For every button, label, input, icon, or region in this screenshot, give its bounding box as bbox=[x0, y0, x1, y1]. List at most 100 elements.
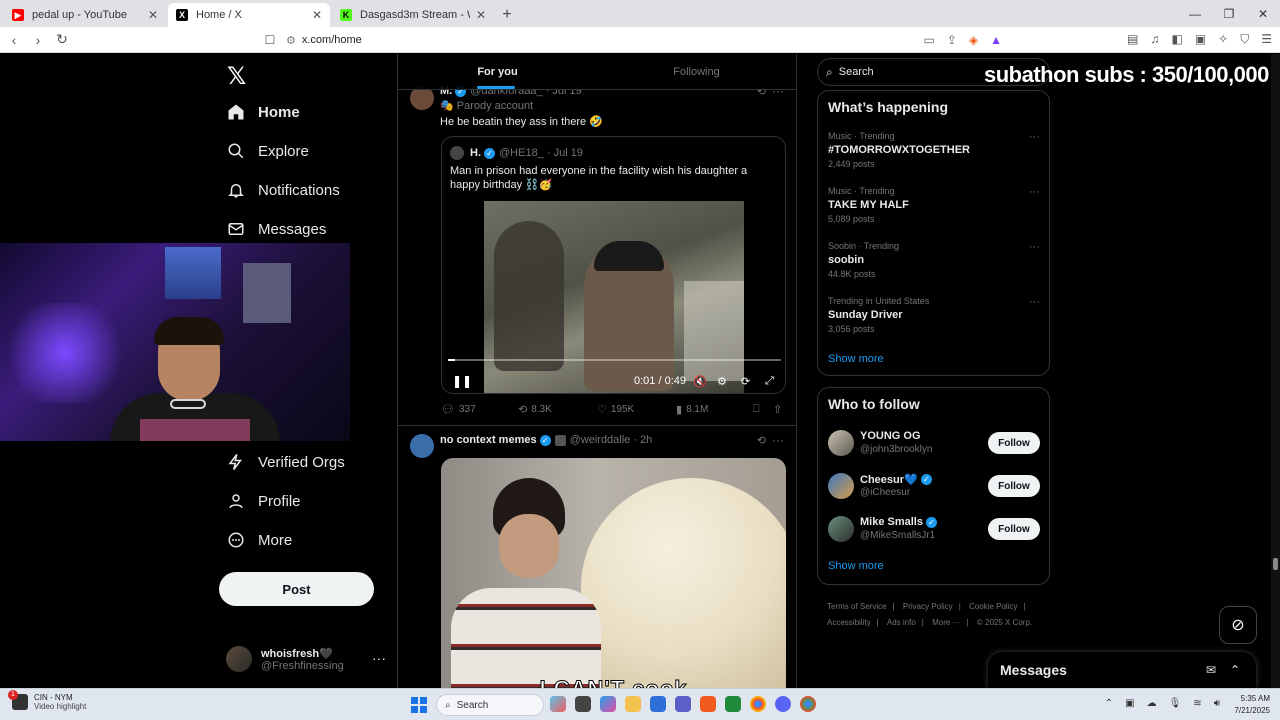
settings-icon[interactable]: ⚙ bbox=[717, 375, 727, 388]
taskbar-search[interactable]: ⌕ Search bbox=[436, 694, 544, 716]
chevron-up-icon[interactable]: ⌃ bbox=[1105, 698, 1113, 709]
share-icon[interactable]: ⇪ bbox=[947, 33, 957, 47]
quoted-tweet[interactable]: H. ✓ @HE18_ · Jul 19 Man in prison had e… bbox=[441, 136, 786, 394]
more-dots-icon[interactable]: ··· bbox=[772, 433, 784, 447]
author-handle[interactable]: @weirddalle · 2h bbox=[570, 434, 653, 446]
nav-notifications[interactable]: Notifications bbox=[227, 170, 340, 210]
show-more-link[interactable]: Show more bbox=[828, 353, 884, 365]
music-icon[interactable]: ♫ bbox=[1150, 32, 1159, 47]
video-player[interactable]: ❚❚ 0:01 / 0:49 🔇 ⚙ ⟳ ⤢ bbox=[442, 201, 785, 393]
forward-icon[interactable]: › bbox=[28, 32, 48, 48]
windows-start-icon[interactable] bbox=[411, 697, 427, 713]
wallet-icon[interactable]: ▣ bbox=[1195, 32, 1206, 47]
tweet[interactable]: M. ✓ @dankforaaa_ · Jul 19 ⟲ ··· 🎭 Parod… bbox=[398, 82, 796, 426]
tab-x-home[interactable]: X Home / X ✕ bbox=[168, 3, 330, 27]
fullscreen-icon[interactable]: ⤢ bbox=[765, 375, 774, 388]
follow-suggestion[interactable]: YOUNG OG @john3brooklyn Follow bbox=[828, 428, 1040, 458]
brave-shield-icon[interactable]: ◈ bbox=[969, 33, 978, 47]
close-tab-icon[interactable]: ✕ bbox=[476, 8, 486, 22]
follow-button[interactable]: Follow bbox=[988, 432, 1040, 454]
nav-profile[interactable]: Profile bbox=[227, 481, 301, 521]
tab-youtube[interactable]: ▶ pedal up - YouTube ✕ bbox=[4, 3, 166, 27]
footer-link[interactable]: Accessibility bbox=[827, 618, 871, 627]
post-button[interactable]: Post bbox=[219, 572, 374, 606]
rotate-icon[interactable]: ⟳ bbox=[741, 375, 750, 388]
follow-button[interactable]: Follow bbox=[988, 518, 1040, 540]
taskbar-notification[interactable]: CIN - NYM Video highlight bbox=[8, 690, 86, 711]
nav-home[interactable]: Home bbox=[227, 92, 300, 132]
mic-icon[interactable]: 🎙︎ bbox=[1169, 698, 1182, 709]
brave-icon[interactable] bbox=[700, 696, 716, 712]
cloud-icon[interactable]: ☁ bbox=[1147, 698, 1157, 709]
more-dots-icon[interactable]: ··· bbox=[372, 650, 386, 666]
widgets-icon[interactable] bbox=[550, 696, 566, 712]
menu-icon[interactable]: ☰ bbox=[1261, 32, 1272, 47]
tray-app-icon[interactable]: ▣ bbox=[1125, 698, 1134, 709]
tweet[interactable]: no context memes ✓ @weirddalle · 2h ⟲ ··… bbox=[398, 426, 796, 688]
more-dots-icon[interactable]: ··· bbox=[1029, 241, 1040, 253]
file-explorer-icon[interactable] bbox=[625, 696, 641, 712]
chrome-icon[interactable] bbox=[800, 696, 816, 712]
trend-item[interactable]: Music · Trending TAKE MY HALF 5,089 post… bbox=[828, 186, 1040, 224]
expand-icon[interactable]: ⌃ bbox=[1230, 663, 1240, 677]
back-icon[interactable]: ‹ bbox=[4, 32, 24, 48]
avatar[interactable] bbox=[828, 473, 854, 499]
show-more-link[interactable]: Show more bbox=[828, 560, 884, 572]
pause-icon[interactable]: ❚❚ bbox=[452, 374, 472, 388]
taskbar-clock[interactable]: 5:35 AM 7/21/2025 bbox=[1234, 693, 1270, 717]
discord-icon[interactable] bbox=[775, 696, 791, 712]
like-button[interactable]: ♡ 195K bbox=[597, 403, 634, 416]
close-tab-icon[interactable]: ✕ bbox=[148, 8, 158, 22]
follow-suggestion[interactable]: Mike Smalls ✓ @MikeSmallsJr1 Follow bbox=[828, 514, 1040, 544]
ai-icon[interactable]: ✧ bbox=[1218, 32, 1228, 47]
site-info-icon[interactable]: ⚙ bbox=[286, 34, 296, 47]
trend-item[interactable]: Soobin · Trending soobin 44.8K posts ··· bbox=[828, 241, 1040, 279]
close-tab-icon[interactable]: ✕ bbox=[312, 8, 322, 22]
maximize-icon[interactable]: ❐ bbox=[1212, 0, 1246, 27]
messages-drawer[interactable]: Messages ✉ ⌃ bbox=[988, 652, 1256, 688]
avatar[interactable] bbox=[410, 434, 434, 458]
reading-list-icon[interactable]: ▤ bbox=[1127, 32, 1138, 47]
new-tab-button[interactable]: + bbox=[496, 3, 518, 27]
footer-link[interactable]: Cookie Policy bbox=[969, 602, 1017, 611]
terminal-icon[interactable] bbox=[725, 696, 741, 712]
footer-link[interactable]: Terms of Service bbox=[827, 602, 887, 611]
repost-button[interactable]: ⟲ 8.3K bbox=[518, 403, 552, 416]
tab-kick[interactable]: K Dasgasd3m Stream - Watch Live on K ✕ bbox=[332, 3, 494, 27]
nav-explore[interactable]: Explore bbox=[227, 131, 309, 171]
account-switcher[interactable]: whoisfresh🖤 @Freshfinessing ··· bbox=[226, 644, 386, 674]
footer-link[interactable]: Privacy Policy bbox=[903, 602, 953, 611]
wifi-icon[interactable]: ≋ bbox=[1193, 698, 1201, 709]
share-button[interactable]: ⇧ bbox=[773, 403, 782, 416]
more-dots-icon[interactable]: ··· bbox=[1029, 296, 1040, 308]
author-name[interactable]: no context memes bbox=[440, 434, 537, 446]
footer-link[interactable]: More ··· bbox=[932, 618, 960, 627]
close-window-icon[interactable]: ✕ bbox=[1246, 0, 1280, 27]
new-message-icon[interactable]: ✉ bbox=[1206, 663, 1216, 677]
trend-item[interactable]: Trending in United States Sunday Driver … bbox=[828, 296, 1040, 334]
nav-verified-orgs[interactable]: Verified Orgs bbox=[227, 442, 345, 482]
trend-item[interactable]: Music · Trending #TOMORROWXTOGETHER 2,44… bbox=[828, 131, 1040, 169]
bookmark-button[interactable]: ⎕ bbox=[753, 403, 760, 416]
reload-icon[interactable]: ↻ bbox=[52, 31, 72, 48]
minimize-icon[interactable]: — bbox=[1178, 0, 1212, 27]
grok-button[interactable]: ⊘ bbox=[1219, 606, 1257, 644]
nav-more[interactable]: More bbox=[227, 520, 292, 560]
avatar[interactable] bbox=[828, 430, 854, 456]
avatar[interactable] bbox=[828, 516, 854, 542]
x-logo-icon[interactable]: 𝕏 bbox=[227, 62, 253, 90]
vpn-icon[interactable]: ⛉ bbox=[1240, 32, 1249, 47]
task-view-icon[interactable] bbox=[575, 696, 591, 712]
volume-icon[interactable]: 🔊︎ bbox=[1214, 698, 1220, 709]
tab-for-you[interactable]: For you bbox=[398, 54, 597, 89]
more-dots-icon[interactable]: ··· bbox=[1029, 186, 1040, 198]
brave-rewards-icon[interactable]: ▲ bbox=[990, 33, 1002, 47]
more-dots-icon[interactable]: ··· bbox=[1029, 131, 1040, 143]
video-progress-bar[interactable] bbox=[448, 359, 781, 361]
tweet-image[interactable]: I CAN'T cook bbox=[441, 458, 786, 688]
tab-following[interactable]: Following bbox=[597, 54, 796, 89]
grok-icon[interactable]: ⟲ bbox=[757, 434, 766, 447]
copilot-icon[interactable] bbox=[600, 696, 616, 712]
chrome-icon[interactable] bbox=[750, 696, 766, 712]
cast-icon[interactable]: ▭ bbox=[923, 33, 934, 47]
